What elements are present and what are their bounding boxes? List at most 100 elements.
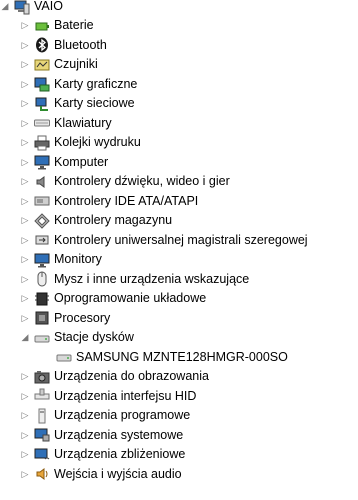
tree-item-label: Kontrolery IDE ATA/ATAPI — [54, 193, 199, 208]
device-tree: ◢ VAIO ▷ Baterie ▷ Bluetooth ▷ Czujniki ▷ Karty… — [0, 0, 358, 500]
network-adapter-icon — [34, 96, 50, 112]
monitor-icon — [34, 154, 50, 170]
audio-io-icon — [34, 466, 50, 482]
hid-icon — [34, 388, 50, 404]
expand-arrow-icon[interactable]: ▷ — [20, 75, 30, 94]
sensor-icon — [34, 57, 50, 73]
tree-item[interactable]: ▷ Kontrolery uniwersalnej magistrali szer… — [20, 231, 358, 251]
tree-item-label: Kontrolery dźwięku, wideo i gier — [54, 174, 230, 189]
tree-item-label: Urządzenia systemowe — [54, 427, 184, 442]
tree-item[interactable]: ▷ Urządzenia systemowe — [20, 426, 358, 446]
tree-item[interactable]: ▷ Kontrolery magazynu — [20, 211, 358, 231]
expand-arrow-icon[interactable]: ▷ — [20, 55, 30, 74]
collapse-arrow-icon[interactable]: ◢ — [0, 0, 10, 16]
tree-item[interactable]: ▷ Baterie — [20, 16, 358, 36]
tree-item[interactable]: ▷ Mysz i inne urządzenia wskazujące — [20, 270, 358, 290]
expand-arrow-icon[interactable]: ▷ — [20, 309, 30, 328]
tree-item[interactable]: ▷ Karty graficzne — [20, 75, 358, 95]
expand-arrow-icon[interactable]: ▷ — [20, 406, 30, 425]
keyboard-icon — [34, 115, 50, 131]
expand-arrow-icon[interactable]: ▷ — [20, 387, 30, 406]
speaker-icon — [34, 174, 50, 190]
expand-arrow-icon[interactable]: ▷ — [20, 192, 30, 211]
expand-arrow-icon[interactable]: ▷ — [20, 94, 30, 113]
expand-arrow-icon[interactable]: ▷ — [20, 250, 30, 269]
tree-item-label: Bluetooth — [54, 37, 107, 52]
software-device-icon — [34, 408, 50, 424]
disk-drive-icon — [34, 330, 50, 346]
tree-item-label: Baterie — [54, 18, 94, 33]
tree-item-label: Klawiatury — [54, 115, 112, 130]
tree-item[interactable]: ▷ Komputer — [20, 153, 358, 173]
expand-arrow-icon[interactable]: ▷ — [20, 270, 30, 289]
tree-item-label: Urządzenia zbliżeniowe — [54, 447, 186, 462]
tree-item[interactable]: ◢ Stacje dysków — [20, 328, 358, 348]
printer-icon — [34, 135, 50, 151]
tree-item-label: Karty graficzne — [54, 76, 138, 91]
mouse-icon — [34, 271, 50, 287]
tree-item-label: Karty sieciowe — [54, 96, 135, 111]
collapse-arrow-icon[interactable]: ◢ — [20, 328, 30, 347]
usb-icon — [34, 232, 50, 248]
expand-arrow-icon[interactable]: ▷ — [20, 231, 30, 250]
tree-root-label: VAIO — [34, 0, 63, 14]
tree-child-label: SAMSUNG MZNTE128HMGR-000SO — [76, 349, 288, 364]
tree-item-label: Mysz i inne urządzenia wskazujące — [54, 271, 250, 286]
tree-item[interactable]: ▷ Kontrolery dźwięku, wideo i gier — [20, 172, 358, 192]
expand-arrow-icon[interactable]: ▷ — [20, 211, 30, 230]
tree-item[interactable]: ▷ Procesory — [20, 309, 358, 329]
expand-arrow-icon[interactable]: ▷ — [20, 367, 30, 386]
system-device-icon — [34, 427, 50, 443]
tree-item-label: Urządzenia interfejsu HID — [54, 388, 197, 403]
expand-arrow-icon[interactable]: ▷ — [20, 426, 30, 445]
processor-icon — [34, 310, 50, 326]
battery-icon — [34, 18, 50, 34]
tree-item[interactable]: ▷ Urządzenia zbliżeniowe — [20, 445, 358, 465]
tree-item[interactable]: ▷ Karty sieciowe — [20, 94, 358, 114]
expand-arrow-icon[interactable]: ▷ — [20, 133, 30, 152]
tree-item[interactable]: ▷ Bluetooth — [20, 36, 358, 56]
expand-arrow-icon[interactable]: ▷ — [20, 36, 30, 55]
expand-arrow-icon[interactable]: ▷ — [20, 153, 30, 172]
tree-item[interactable]: ▷ Urządzenia do obrazowania — [20, 367, 358, 387]
tree-item-label: Kolejki wydruku — [54, 135, 141, 150]
tree-item[interactable]: ▷ Czujniki — [20, 55, 358, 75]
tree-item-label: Procesory — [54, 310, 111, 325]
tree-item[interactable]: ▷ Wejścia i wyjścia audio — [20, 465, 358, 485]
tree-item[interactable]: ▷ Urządzenia programowe — [20, 406, 358, 426]
tree-item[interactable]: ▷ Oprogramowanie układowe — [20, 289, 358, 309]
tree-item-label: Monitory — [54, 252, 102, 267]
expand-arrow-icon[interactable]: ▷ — [20, 172, 30, 191]
expand-arrow-icon[interactable]: ▷ — [20, 289, 30, 308]
tree-item[interactable]: ▷ Klawiatury — [20, 114, 358, 134]
tree-child-item[interactable]: SAMSUNG MZNTE128HMGR-000SO — [52, 348, 358, 368]
tree-item-label: Urządzenia do obrazowania — [54, 369, 209, 384]
tree-item[interactable]: ▷ Monitory — [20, 250, 358, 270]
tree-item[interactable]: ▷ Urządzenia interfejsu HID — [20, 387, 358, 407]
computer-icon — [14, 0, 30, 15]
tree-item-label: Kontrolery uniwersalnej magistrali szere… — [54, 232, 308, 247]
tree-item-label: Stacje dysków — [54, 330, 134, 345]
expand-arrow-icon[interactable]: ▷ — [20, 16, 30, 35]
expand-arrow-icon[interactable]: ▷ — [20, 114, 30, 133]
firmware-icon — [34, 291, 50, 307]
tree-item-label: Czujniki — [54, 57, 98, 72]
tree-item-label: Urządzenia programowe — [54, 408, 191, 423]
disk-drive-icon — [56, 349, 72, 365]
display-adapter-icon — [34, 76, 50, 92]
expand-arrow-icon[interactable]: ▷ — [20, 445, 30, 464]
tree-item-label: Komputer — [54, 154, 109, 169]
bluetooth-icon — [34, 37, 50, 53]
tree-item-label: Kontrolery magazynu — [54, 213, 173, 228]
expand-arrow-icon[interactable]: ▷ — [20, 465, 30, 484]
monitor-icon — [34, 252, 50, 268]
tree-item[interactable]: ▷ Kolejki wydruku — [20, 133, 358, 153]
tree-item[interactable]: ▷ Kontrolery IDE ATA/ATAPI — [20, 192, 358, 212]
ide-controller-icon — [34, 193, 50, 209]
storage-controller-icon — [34, 213, 50, 229]
tree-root[interactable]: ◢ VAIO — [0, 0, 358, 17]
tree-item-label: Wejścia i wyjścia audio — [54, 466, 182, 481]
proximity-icon — [34, 447, 50, 463]
tree-item-label: Oprogramowanie układowe — [54, 291, 207, 306]
camera-icon — [34, 369, 50, 385]
